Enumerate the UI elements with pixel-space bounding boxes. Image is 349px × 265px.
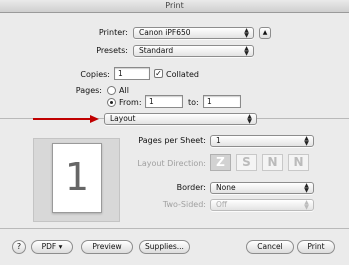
collated-label: Collated bbox=[166, 70, 199, 79]
two-sided-popup[interactable]: Off ▲ ▼ bbox=[210, 199, 314, 211]
preview-page: 1 bbox=[52, 143, 102, 213]
section-popup[interactable]: Layout ▲ ▼ bbox=[104, 113, 257, 125]
updown-arrows-icon: ▲ ▼ bbox=[247, 113, 252, 125]
updown-arrows-icon: ▲ ▼ bbox=[304, 182, 309, 194]
direction-s-button[interactable]: S bbox=[236, 154, 257, 171]
collated-checkbox[interactable]: ✓ bbox=[154, 69, 163, 78]
cancel-button[interactable]: Cancel bbox=[246, 240, 294, 254]
two-sided-label: Two-Sided: bbox=[162, 200, 206, 209]
help-button[interactable]: ? bbox=[12, 240, 26, 254]
pages-from-label: From: bbox=[119, 98, 142, 107]
printer-label: Printer: bbox=[98, 28, 128, 37]
checkmark-icon: ✓ bbox=[155, 69, 162, 78]
separator bbox=[0, 228, 349, 229]
layout-direction-label: Layout Direction: bbox=[137, 159, 206, 168]
border-value: None bbox=[216, 183, 236, 192]
print-button[interactable]: Print bbox=[297, 240, 335, 254]
border-popup[interactable]: None ▲ ▼ bbox=[210, 182, 314, 194]
direction-n-reverse-button[interactable]: N bbox=[288, 154, 309, 171]
pages-to-label: to: bbox=[188, 98, 199, 107]
printer-value: Canon iPF650 bbox=[139, 28, 191, 37]
updown-arrows-icon: ▲ ▼ bbox=[244, 45, 249, 57]
preview-button[interactable]: Preview bbox=[81, 240, 133, 254]
pages-all-label: All bbox=[119, 86, 129, 95]
presets-popup[interactable]: Standard ▲ ▼ bbox=[133, 45, 254, 57]
pdf-button[interactable]: PDF ▾ bbox=[31, 240, 73, 254]
supplies-button[interactable]: Supplies... bbox=[139, 240, 190, 254]
pages-all-radio[interactable] bbox=[107, 86, 116, 95]
updown-arrows-icon: ▲ ▼ bbox=[304, 135, 309, 147]
annotation-arrow-line bbox=[33, 118, 93, 120]
copies-field[interactable]: 1 bbox=[114, 67, 150, 80]
presets-value: Standard bbox=[139, 46, 174, 55]
presets-label: Presets: bbox=[96, 46, 128, 55]
pages-from-radio[interactable] bbox=[107, 98, 116, 107]
pages-label: Pages: bbox=[75, 86, 102, 95]
window-titlebar: Print bbox=[0, 0, 349, 13]
disclosure-button[interactable]: ▲ bbox=[259, 27, 271, 39]
triangle-up-icon: ▲ bbox=[262, 29, 268, 36]
direction-n-button[interactable]: N bbox=[262, 154, 283, 171]
pages-from-field[interactable]: 1 bbox=[145, 95, 183, 108]
pages-per-sheet-popup[interactable]: 1 ▲ ▼ bbox=[210, 135, 314, 147]
annotation-arrow-icon bbox=[90, 115, 99, 123]
section-value: Layout bbox=[110, 114, 136, 123]
printer-popup[interactable]: Canon iPF650 ▲ ▼ bbox=[133, 27, 254, 39]
direction-z-button[interactable]: Z bbox=[210, 154, 231, 171]
two-sided-value: Off bbox=[216, 200, 228, 209]
copies-label: Copies: bbox=[80, 70, 110, 79]
updown-arrows-icon: ▲ ▼ bbox=[244, 27, 249, 39]
window-title: Print bbox=[165, 1, 184, 10]
updown-arrows-icon: ▲ ▼ bbox=[304, 199, 309, 211]
pages-per-sheet-label: Pages per Sheet: bbox=[138, 136, 206, 145]
pages-per-sheet-value: 1 bbox=[216, 136, 221, 145]
border-label: Border: bbox=[176, 183, 206, 192]
pages-to-field[interactable]: 1 bbox=[203, 95, 241, 108]
